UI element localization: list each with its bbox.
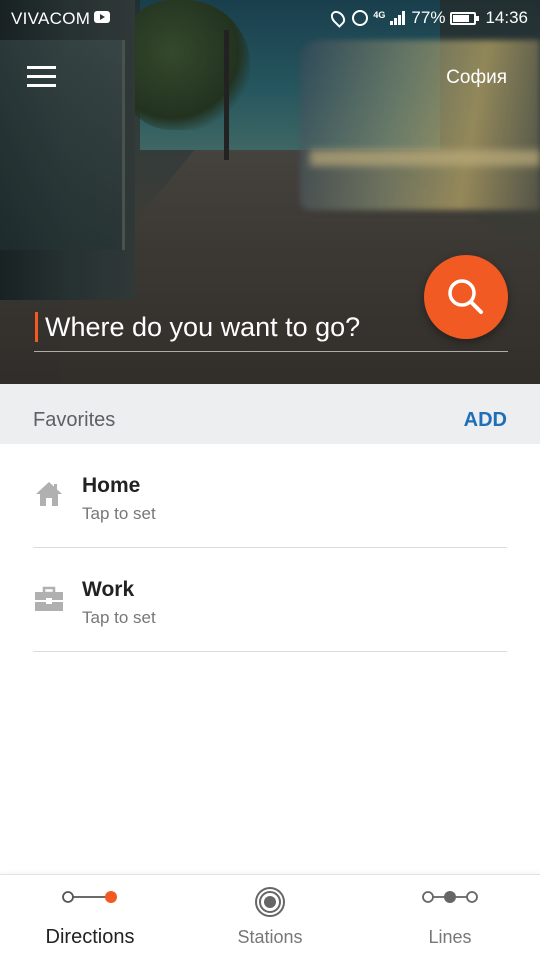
tab-directions[interactable]: Directions [0, 875, 180, 960]
search-button[interactable] [424, 255, 508, 339]
favorite-item-home[interactable]: Home Tap to set [33, 444, 507, 548]
favorites-title: Favorites [33, 409, 116, 431]
city-selector[interactable]: София [446, 67, 507, 89]
bottom-navigation: Directions Stations Lines [0, 874, 540, 960]
youtube-notification-icon [94, 11, 110, 23]
tab-lines[interactable]: Lines [360, 875, 540, 960]
favorite-subtitle: Tap to set [82, 608, 156, 627]
hamburger-menu-icon[interactable] [27, 66, 57, 90]
add-favorite-button[interactable]: ADD [464, 409, 507, 432]
station-icon [255, 887, 285, 917]
tab-stations[interactable]: Stations [180, 875, 360, 960]
directions-icon [62, 891, 117, 903]
app-screen: VIVACOM 4G 77% 14:36 София Favorites A [0, 0, 540, 960]
signal-icon [390, 11, 406, 25]
battery-icon [450, 11, 480, 25]
favorite-name: Home [82, 474, 141, 497]
favorite-subtitle: Tap to set [82, 504, 156, 523]
tab-label: Stations [237, 927, 303, 947]
search-input[interactable] [45, 307, 425, 347]
location-icon [328, 8, 349, 28]
tab-label: Directions [45, 926, 135, 948]
status-icons: 4G 77% 14:36 [328, 8, 528, 28]
favorite-item-work[interactable]: Work Tap to set [33, 548, 507, 652]
favorite-name: Work [82, 578, 135, 601]
battery-percent: 77% [411, 8, 446, 27]
briefcase-icon [35, 586, 63, 611]
tab-label: Lines [428, 927, 472, 947]
clock: 14:36 [485, 8, 528, 27]
text-cursor [35, 312, 38, 342]
home-icon [36, 482, 62, 506]
search-icon [448, 279, 483, 314]
lines-icon [422, 891, 478, 903]
network-type: 4G [373, 10, 386, 20]
favorites-header: Favorites ADD [0, 384, 540, 444]
status-bar: VIVACOM 4G 77% 14:36 [0, 0, 540, 36]
carrier-name: VIVACOM [11, 9, 91, 28]
alarm-icon [352, 10, 369, 26]
